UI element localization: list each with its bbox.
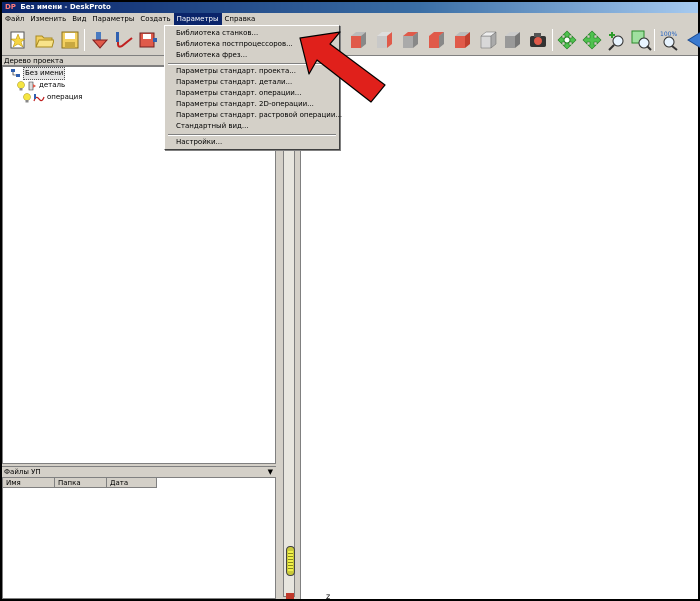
lightbulb-icon [23, 92, 31, 102]
operation-icon [33, 93, 45, 101]
menu-item-default-part[interactable]: Параметры стандарт. детали... [176, 77, 292, 88]
tree-label-part: деталь [39, 81, 66, 89]
toolbar-separator [84, 29, 85, 51]
callout-arrow-icon [299, 31, 386, 103]
tree-node-operation[interactable]: операция [23, 92, 82, 103]
tree-label-operation: операция [47, 93, 83, 101]
menu-help[interactable]: Справка [222, 13, 259, 25]
project-icon [11, 69, 20, 77]
menu-parameters[interactable]: Параметры [173, 13, 222, 25]
axis-marker [286, 593, 294, 599]
menu-file[interactable]: Файл [2, 13, 27, 25]
zoom-window-icon[interactable] [629, 28, 653, 52]
menu-item-default-project[interactable]: Параметры стандарт. проекта... [176, 66, 296, 77]
view-cube-bottom-icon[interactable] [500, 28, 524, 52]
menu-item-settings[interactable]: Настройки... [176, 137, 222, 148]
menu-edit[interactable]: Изменить [27, 13, 69, 25]
menu-item-default-operation[interactable]: Параметры стандарт. операции... [176, 88, 301, 99]
lightbulb-icon [17, 80, 25, 90]
nc-files-header: Файлы УП ▼ [2, 466, 276, 476]
nc-files-table: Имя Папка Дата [2, 477, 276, 599]
new-project-icon[interactable] [6, 28, 30, 52]
pan-view-icon[interactable] [580, 28, 604, 52]
column-folder[interactable]: Папка [55, 478, 107, 488]
column-date[interactable]: Дата [107, 478, 157, 488]
zoom-knob[interactable] [286, 546, 295, 576]
toolpath-icon[interactable] [112, 28, 136, 52]
view-cube-top-icon[interactable] [450, 28, 474, 52]
nc-files-title: Файлы УП [4, 468, 41, 476]
camera-icon[interactable] [526, 28, 550, 52]
app-logo: DP [5, 3, 16, 11]
save-icon[interactable] [58, 28, 82, 52]
window-title: Без имени - DeskProto [20, 3, 111, 11]
tree-label-project: Без имени [23, 67, 66, 80]
menu-item-postprocessor-library[interactable]: Библиотека постпроцессоров... [176, 39, 293, 50]
zoom-icon[interactable] [605, 28, 629, 52]
menu-parameters-1[interactable]: Параметры [89, 13, 137, 25]
menu-separator [168, 134, 336, 136]
menu-view[interactable]: Вид [69, 13, 89, 25]
dropdown-arrow-icon[interactable]: ▼ [268, 467, 273, 477]
view-cube-left-icon[interactable] [398, 28, 422, 52]
3d-viewport[interactable] [300, 56, 698, 599]
tree-node-project[interactable]: Без имени [11, 67, 66, 80]
menu-create[interactable]: Создать [137, 13, 173, 25]
toolbar-separator [552, 29, 553, 51]
axis-label-z: z [326, 592, 331, 601]
column-name[interactable]: Имя [3, 478, 55, 488]
save-nc-icon[interactable] [136, 28, 160, 52]
blue-arrow-icon[interactable] [682, 28, 700, 52]
tree-node-part[interactable]: деталь [17, 80, 65, 91]
title-bar: DP Без имени - DeskProto [2, 2, 698, 13]
menu-bar: Файл Изменить Вид Параметры Создать Пара… [2, 13, 698, 25]
view-cube-right-icon[interactable] [424, 28, 448, 52]
menu-item-cutter-library[interactable]: Библиотека фрез... [176, 50, 247, 61]
menu-item-default-view[interactable]: Стандартный вид... [176, 121, 249, 132]
open-folder-icon[interactable] [32, 28, 56, 52]
view-cube-iso-icon[interactable] [476, 28, 500, 52]
menu-item-machine-library[interactable]: Библиотека станков... [176, 28, 258, 39]
menu-item-default-raster-operation[interactable]: Параметры стандарт. растровой операции..… [176, 110, 342, 121]
load-part-icon[interactable] [88, 28, 112, 52]
rotate-view-icon[interactable] [555, 28, 579, 52]
part-icon [28, 81, 36, 90]
zoom-100-icon[interactable]: 100% [657, 28, 681, 52]
menu-item-default-2d-operation[interactable]: Параметры стандарт. 2D-операции... [176, 99, 314, 110]
toolbar-separator [654, 29, 655, 51]
